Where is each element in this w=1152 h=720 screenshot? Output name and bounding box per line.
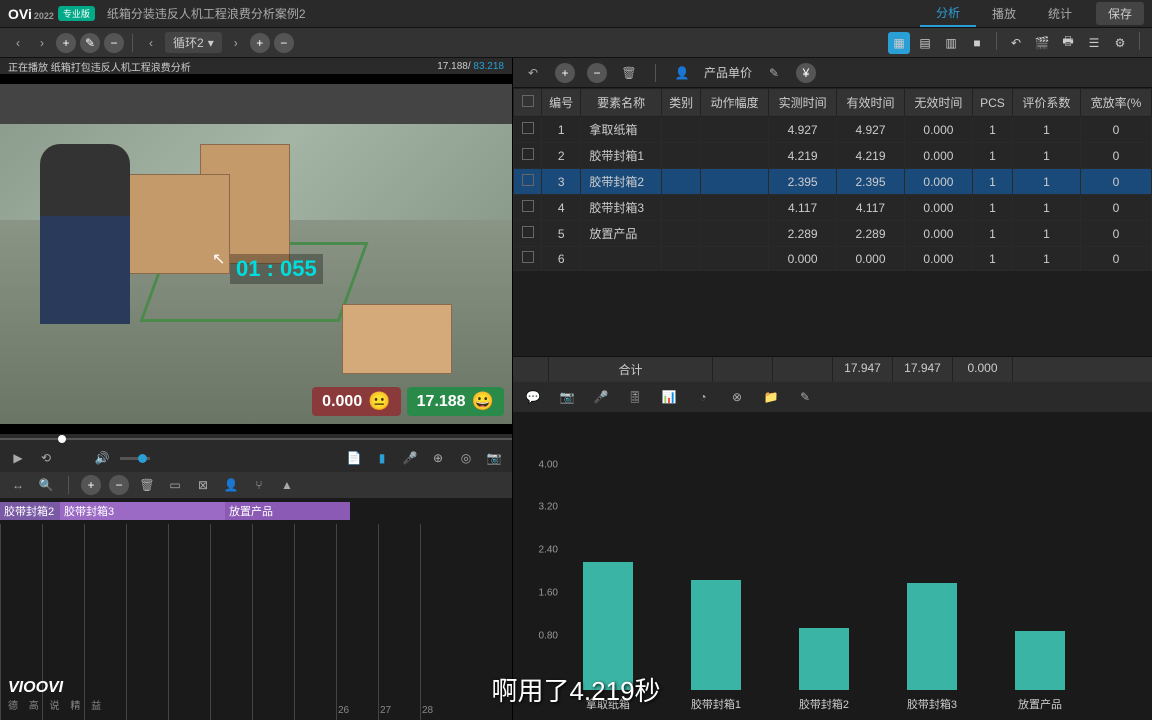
cycle-dropdown[interactable]: 循环2▾ <box>165 32 222 53</box>
loop-icon[interactable]: ⟲ <box>36 448 56 468</box>
tbl-edit-icon[interactable]: ✎ <box>764 63 784 83</box>
tbl-add-icon[interactable]: + <box>555 63 575 83</box>
tl-branch-icon[interactable]: ⑂ <box>249 475 269 495</box>
pencil-icon[interactable]: ✎ <box>795 387 815 407</box>
table-toolbar: ↶ + − 🗑 👤 产品单价 ✎ ¥ <box>513 58 1152 88</box>
table-row[interactable]: 2胶带封箱14.2194.2190.000110 <box>514 143 1152 169</box>
edit-icon[interactable]: ✎ <box>80 33 100 53</box>
tbl-undo-icon[interactable]: ↶ <box>523 63 543 83</box>
target-icon[interactable]: ◎ <box>456 448 476 468</box>
snapshot-icon[interactable]: 📷 <box>557 387 577 407</box>
comment-icon[interactable]: 💬 <box>523 387 543 407</box>
marker-icon[interactable]: ▮ <box>372 448 392 468</box>
tbl-delete-icon[interactable]: 🗑 <box>619 63 639 83</box>
print-icon[interactable]: 🖶 <box>1057 32 1079 54</box>
settings-icon[interactable]: ⚙ <box>1109 32 1131 54</box>
tl-segment[interactable]: 放置产品 <box>225 502 350 520</box>
forward-icon[interactable]: › <box>32 33 52 53</box>
tl-zoom-icon[interactable]: 🔍 <box>36 475 56 495</box>
document-title: 纸箱分装违反人机工程浪费分析案例2 <box>107 5 306 22</box>
volume-icon[interactable]: 🔊 <box>92 448 112 468</box>
donut-icon[interactable]: ⊗ <box>727 387 747 407</box>
undo-icon[interactable]: ↶ <box>1005 32 1027 54</box>
chart-toolbar: 💬 📷 🎤 🎚 📊 ◔ ⊗ 📁 ✎ <box>513 382 1152 412</box>
unit-price-label: 产品单价 <box>704 64 752 81</box>
zoom-in-icon[interactable]: ⊕ <box>428 448 448 468</box>
tl-cancel-icon[interactable]: ⊠ <box>193 475 213 495</box>
tl-add-icon[interactable]: + <box>81 475 101 495</box>
video-viewport[interactable]: ↖ 01 : 055 0.000😐 17.188😀 <box>0 74 512 434</box>
tab-play[interactable]: 播放 <box>976 1 1032 26</box>
tl-cursor-icon[interactable]: ↔ <box>8 475 28 495</box>
tl-delete-icon[interactable]: 🗑 <box>137 475 157 495</box>
overlay-timer: 01 : 055 <box>230 254 323 284</box>
tl-segment[interactable]: 胶带封箱2 <box>0 502 60 520</box>
table-row[interactable]: 1拿取纸箱4.9274.9270.000110 <box>514 117 1152 143</box>
cursor-icon: ↖ <box>212 249 225 269</box>
video-status: 正在播放 纸箱打包违反人机工程浪费分析 <box>8 59 191 74</box>
player-controls: ▶ ⟲ 🔊 📄 ▮ 🎤 ⊕ ◎ 📷 <box>0 444 512 472</box>
note-icon[interactable]: 📄 <box>344 448 364 468</box>
tl-mirror-icon[interactable]: ▲ <box>277 475 297 495</box>
play-icon[interactable]: ▶ <box>8 448 28 468</box>
mic-icon[interactable]: 🎤 <box>400 448 420 468</box>
stat-waste: 0.000😐 <box>312 387 400 416</box>
add-icon[interactable]: + <box>56 33 76 53</box>
remove-icon[interactable]: − <box>104 33 124 53</box>
tl-remove-icon[interactable]: − <box>109 475 129 495</box>
tl-segment[interactable]: 胶带封箱3 <box>60 502 225 520</box>
app-logo: OVi2022 <box>8 6 54 22</box>
stat-value: 17.188😀 <box>407 387 504 416</box>
tbl-currency-icon[interactable]: ¥ <box>796 63 816 83</box>
title-bar: OVi2022 专业版 纸箱分装违反人机工程浪费分析案例2 分析 播放 统计 保… <box>0 0 1152 28</box>
view-split-icon[interactable]: ▤ <box>914 32 936 54</box>
cycle-add-icon[interactable]: + <box>250 33 270 53</box>
piechart-icon[interactable]: ◔ <box>693 387 713 407</box>
main-toolbar: ‹ › + ✎ − ‹ 循环2▾ › + − ▦ ▤ ▥ ■ ↶ 🎬 🖶 ☰ ⚙ <box>0 28 1152 58</box>
tbl-remove-icon[interactable]: − <box>587 63 607 83</box>
timeline-toolbar: ↔ 🔍 + − 🗑 ▭ ⊠ 👤 ⑂ ▲ <box>0 472 512 498</box>
tl-person-icon[interactable]: 👤 <box>221 475 241 495</box>
table-row[interactable]: 60.0000.0000.000110 <box>514 247 1152 271</box>
cycle-remove-icon[interactable]: − <box>274 33 294 53</box>
audio-icon[interactable]: 🎤 <box>591 387 611 407</box>
volume-slider[interactable] <box>120 457 150 460</box>
video-subtitle: 啊用了4.219秒 <box>491 671 660 708</box>
view-cols-icon[interactable]: ▥ <box>940 32 962 54</box>
tl-merge-icon[interactable]: ▭ <box>165 475 185 495</box>
watermark: VIOOVI 德 高 说 精 益 <box>8 679 105 712</box>
video-header: 正在播放 纸箱打包违反人机工程浪费分析 17.188/ 83.218 <box>0 58 512 74</box>
scrubber[interactable] <box>0 434 512 444</box>
film-icon[interactable]: 🎬 <box>1031 32 1053 54</box>
view-grid-icon[interactable]: ▦ <box>888 32 910 54</box>
elements-table: 编号要素名称类别动作幅度实测时间有效时间无效时间PCS评价系数宽放率(% 1拿取… <box>513 88 1152 271</box>
table-row[interactable]: 4胶带封箱34.1174.1170.000110 <box>514 195 1152 221</box>
table-row[interactable]: 3胶带封箱22.3952.3950.000110 <box>514 169 1152 195</box>
tbl-person-icon[interactable]: 👤 <box>672 63 692 83</box>
tab-stats[interactable]: 统计 <box>1032 1 1088 26</box>
tab-analyze[interactable]: 分析 <box>920 0 976 27</box>
table-row[interactable]: 5放置产品2.2892.2890.000110 <box>514 221 1152 247</box>
view-single-icon[interactable]: ■ <box>966 32 988 54</box>
video-time: 17.188/ 83.218 <box>437 61 504 72</box>
back-icon[interactable]: ‹ <box>8 33 28 53</box>
totals-row: 合计 17.947 17.947 0.000 <box>513 356 1152 382</box>
next-cycle-icon[interactable]: › <box>226 33 246 53</box>
sliders-icon[interactable]: 🎚 <box>625 387 645 407</box>
save-button[interactable]: 保存 <box>1096 2 1144 25</box>
pro-badge: 专业版 <box>58 6 95 21</box>
barchart-icon[interactable]: 📊 <box>659 387 679 407</box>
prev-cycle-icon[interactable]: ‹ <box>141 33 161 53</box>
menu-icon[interactable]: ☰ <box>1083 32 1105 54</box>
camera-icon[interactable]: 📷 <box>484 448 504 468</box>
folder-icon[interactable]: 📁 <box>761 387 781 407</box>
